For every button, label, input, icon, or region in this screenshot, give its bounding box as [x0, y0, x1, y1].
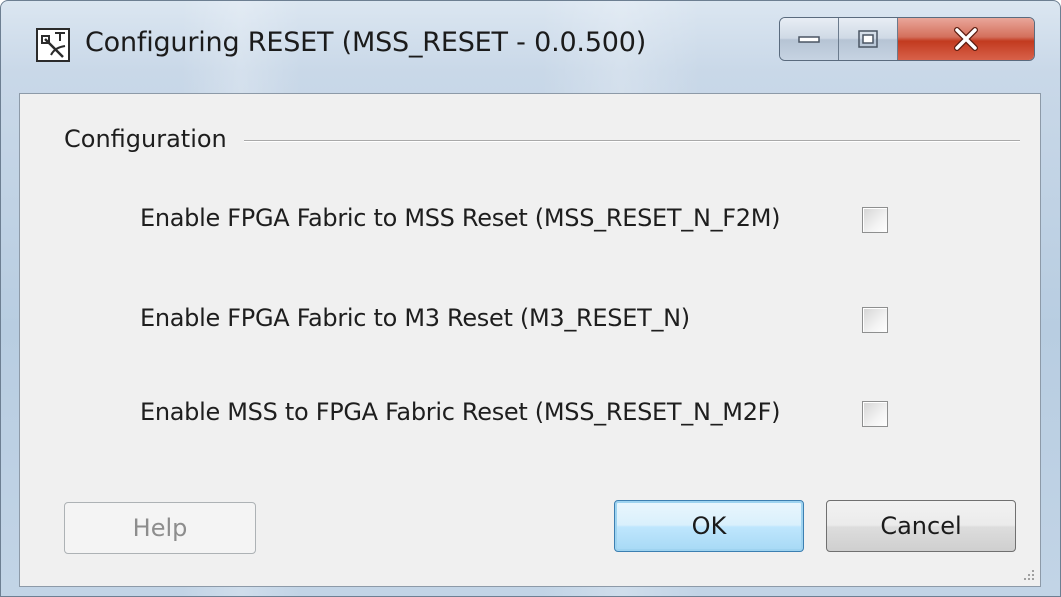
reset-config-icon [36, 28, 70, 62]
help-button[interactable]: Help [64, 502, 256, 554]
checkbox-mss-reset-n-m2f[interactable] [862, 401, 888, 427]
dialog-client-area: Configuration Enable FPGA Fabric to MSS … [19, 93, 1041, 587]
minimize-button[interactable] [780, 18, 839, 60]
option-label-m3-reset-n: Enable FPGA Fabric to M3 Reset (M3_RESET… [140, 304, 690, 332]
configuration-group-label: Configuration [64, 125, 235, 153]
ok-button[interactable]: OK [614, 500, 804, 552]
checkbox-m3-reset-n[interactable] [862, 307, 888, 333]
group-divider [244, 140, 1020, 142]
title-bar[interactable]: Configuring RESET (MSS_RESET - 0.0.500) [1, 1, 1060, 93]
resize-grip-icon[interactable] [1022, 568, 1036, 582]
close-icon [954, 27, 978, 51]
minimize-icon [798, 36, 820, 43]
close-button[interactable] [898, 18, 1034, 60]
option-label-mss-reset-n-f2m: Enable FPGA Fabric to MSS Reset (MSS_RES… [140, 204, 781, 232]
window-title: Configuring RESET (MSS_RESET - 0.0.500) [85, 27, 647, 58]
option-label-mss-reset-n-m2f: Enable MSS to FPGA Fabric Reset (MSS_RES… [140, 398, 781, 426]
checkbox-mss-reset-n-f2m[interactable] [862, 207, 888, 233]
caption-buttons [779, 17, 1035, 61]
maximize-icon [858, 30, 878, 48]
cancel-button[interactable]: Cancel [826, 500, 1016, 552]
maximize-button[interactable] [839, 18, 898, 60]
dialog-window: Configuring RESET (MSS_RESET - 0.0.500) [0, 0, 1061, 597]
